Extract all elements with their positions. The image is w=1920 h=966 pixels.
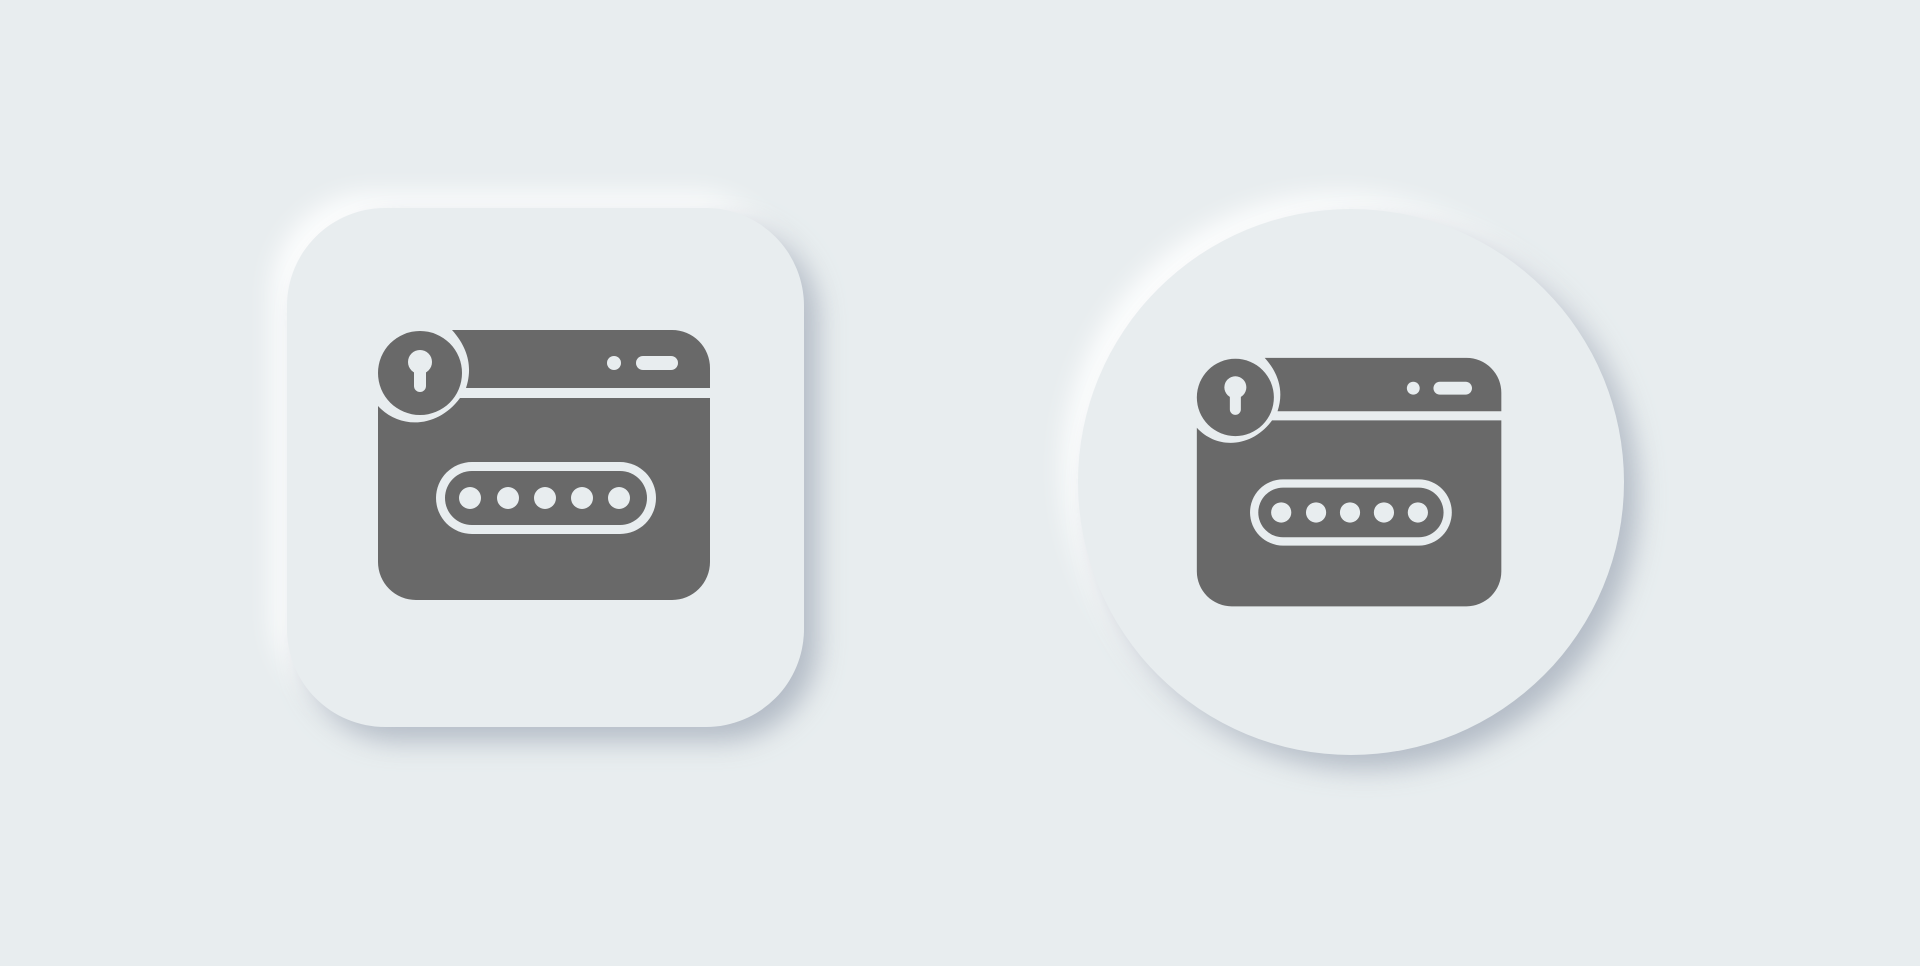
password-window-icon: [1196, 357, 1502, 607]
password-window-icon: [378, 330, 710, 600]
window-bar-icon: [636, 356, 678, 370]
icon-showcase: [0, 0, 1920, 966]
window-bar-icon: [1433, 381, 1472, 395]
window-dot-icon: [607, 356, 621, 370]
window-dot-icon: [1406, 381, 1420, 395]
